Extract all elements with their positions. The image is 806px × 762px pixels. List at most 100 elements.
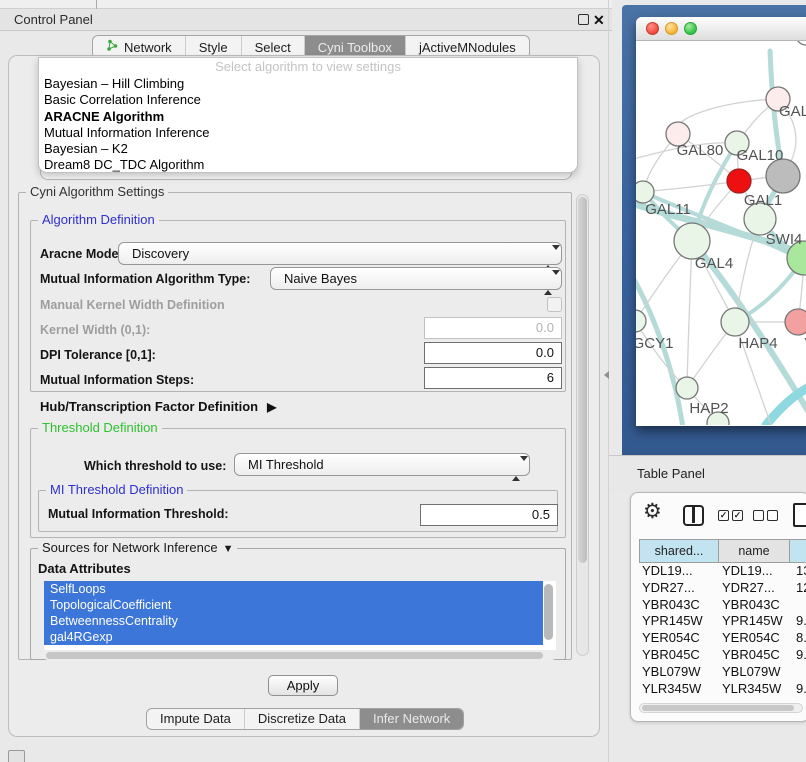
mi-threshold-group-title: MI Threshold Definition <box>46 483 187 497</box>
column-header[interactable]: A <box>789 539 806 563</box>
aracne-mode-label: Aracne Mode: <box>40 246 123 262</box>
app-root: Control Panel ✕ NetworkStyleSelectCyni T… <box>0 0 806 762</box>
table-cell: YDR27... <box>719 580 791 597</box>
columns-icon[interactable] <box>683 505 704 526</box>
network-node[interactable] <box>636 181 654 203</box>
table-cell: YPR145W <box>719 613 791 630</box>
aracne-mode-select[interactable]: Discovery <box>118 242 562 265</box>
close-icon[interactable]: ✕ <box>593 9 605 31</box>
mi-steps-field[interactable]: 6 <box>424 367 562 389</box>
table-cell: 8. <box>791 630 806 647</box>
table-cell: YLR345W <box>719 681 791 698</box>
network-edge[interactable] <box>687 241 692 388</box>
network-icon <box>106 39 119 55</box>
deselect-all-checkboxes-icon[interactable] <box>753 510 778 521</box>
attribute-item[interactable]: BetweennessCentrality <box>44 613 543 629</box>
select-all-checkboxes-icon[interactable]: ✓✓ <box>718 510 743 521</box>
network-window-titlebar[interactable] <box>636 17 806 41</box>
apply-button[interactable]: Apply <box>268 675 338 696</box>
table-row[interactable]: YDR27...YDR27...12 <box>639 580 806 597</box>
column-header[interactable]: name <box>718 539 790 563</box>
table-header-row: shared...nameA <box>639 539 806 563</box>
which-threshold-label: Which threshold to use: <box>84 458 226 474</box>
table-horizontal-scrollbar[interactable] <box>639 703 803 713</box>
table-cell: 9. <box>791 647 806 664</box>
spinner-arrows-icon <box>544 272 553 293</box>
attribute-item[interactable]: SelfLoops <box>44 581 543 597</box>
kernel-width-field[interactable]: 0.0 <box>424 317 562 339</box>
node-label: GAL <box>779 103 806 120</box>
attributes-vertical-scrollbar[interactable] <box>544 584 554 646</box>
table-cell: YBL079W <box>639 664 719 681</box>
node-label: GAL80 <box>677 142 724 159</box>
algorithm-option[interactable]: Mutual Information Inference <box>39 125 577 141</box>
network-edge[interactable] <box>636 321 687 388</box>
algorithm-option[interactable]: Dream8 DC_TDC Algorithm <box>39 157 577 173</box>
new-table-icon[interactable] <box>793 503 806 527</box>
collapse-arrow-icon: ▼ <box>223 543 234 555</box>
algorithm-option[interactable]: Basic Correlation Inference <box>39 92 577 108</box>
manual-kernel-width-checkbox[interactable] <box>547 297 562 312</box>
network-node[interactable] <box>636 310 646 332</box>
algorithm-option[interactable]: ARACNE Algorithm <box>39 109 577 125</box>
close-traffic-light-icon[interactable] <box>646 22 659 35</box>
tab-label: Network <box>124 40 172 55</box>
attribute-item[interactable]: gal4RGexp <box>44 629 543 645</box>
tab-discretize-data[interactable]: Discretize Data <box>244 709 359 729</box>
table-row[interactable]: YER054CYER054C8. <box>639 630 806 647</box>
network-node[interactable] <box>785 309 806 335</box>
algorithm-option[interactable]: Bayesian – Hill Climbing <box>39 76 577 92</box>
table-row[interactable]: YDL19...YDL19...13 <box>639 563 806 580</box>
network-graph: GALGAL80GAL10GAL1GAL11SWI4GAL4GCY1HAP4YH… <box>636 41 806 425</box>
network-edge[interactable] <box>643 181 739 192</box>
top-strip-tick <box>96 0 97 9</box>
data-attributes-list: SelfLoopsTopologicalCoefficientBetweenne… <box>44 581 556 650</box>
algorithm-dropdown-placeholder: Select algorithm to view settings <box>39 58 577 76</box>
attribute-item[interactable]: TopologicalCoefficient <box>44 597 543 613</box>
settings-vertical-scrollbar[interactable] <box>576 194 589 656</box>
gear-icon[interactable]: ⚙ <box>643 499 662 524</box>
float-window-icon[interactable] <box>578 14 589 25</box>
tab-infer-network[interactable]: Infer Network <box>359 709 463 729</box>
mi-algorithm-type-label: Mutual Information Algorithm Type: <box>40 271 250 287</box>
network-edge[interactable] <box>676 99 778 134</box>
which-threshold-select[interactable]: MI Threshold <box>234 453 530 476</box>
minimize-traffic-light-icon[interactable] <box>665 22 678 35</box>
aracne-mode-value: Discovery <box>132 246 189 261</box>
table-row[interactable]: YLR345WYLR345W9. <box>639 681 806 698</box>
algorithm-option[interactable]: Bayesian – K2 <box>39 141 577 157</box>
network-node[interactable] <box>796 41 806 45</box>
algorithm-dropdown-list: Bayesian – Hill ClimbingBasic Correlatio… <box>39 76 577 173</box>
zoom-traffic-light-icon[interactable] <box>684 22 697 35</box>
network-node[interactable] <box>721 308 749 336</box>
column-header[interactable]: shared... <box>639 539 719 563</box>
table-cell: YBR043C <box>639 597 719 614</box>
table-cell: 9 <box>791 697 806 699</box>
mi-algorithm-type-select[interactable]: Naive Bayes <box>270 267 562 290</box>
node-label: GAL4 <box>695 255 733 272</box>
table-cell: YBR045C <box>639 647 719 664</box>
table-row[interactable]: YBL079WYBL079W <box>639 664 806 681</box>
table-row[interactable]: YBR045CYBR045C9. <box>639 647 806 664</box>
table-cell: YDL19... <box>639 563 719 580</box>
dock-panel-icon[interactable] <box>8 750 25 762</box>
network-node[interactable] <box>727 169 751 193</box>
sources-group-title[interactable]: Sources for Network Inference▼ <box>38 541 237 555</box>
network-node[interactable] <box>674 223 710 259</box>
splitter-collapse-icon[interactable] <box>604 371 609 379</box>
table-body: YDL19...YDL19...13YDR27...YDR27...12YBR0… <box>639 563 806 699</box>
dpi-tolerance-field[interactable]: 0.0 <box>424 342 562 364</box>
network-node[interactable] <box>766 159 800 193</box>
node-label: GCY1 <box>636 335 673 352</box>
spinner-arrows-icon <box>512 458 521 479</box>
table-row[interactable]: YPR145WYPR145W9. <box>639 613 806 630</box>
table-row[interactable]: YBR043CYBR043C <box>639 597 806 614</box>
hub-definition-expander[interactable]: Hub/Transcription Factor Definition▶ <box>40 399 276 414</box>
network-node[interactable] <box>676 377 698 399</box>
network-view-canvas[interactable]: GALGAL80GAL10GAL1GAL11SWI4GAL4GCY1HAP4YH… <box>636 41 806 425</box>
node-label: GAL11 <box>645 201 691 218</box>
table-row[interactable]: YIL053CYIL053C9 <box>639 697 806 699</box>
tab-impute-data[interactable]: Impute Data <box>147 709 244 729</box>
attributes-horizontal-scrollbar[interactable] <box>44 651 556 660</box>
mi-threshold-field[interactable]: 0.5 <box>420 504 558 526</box>
